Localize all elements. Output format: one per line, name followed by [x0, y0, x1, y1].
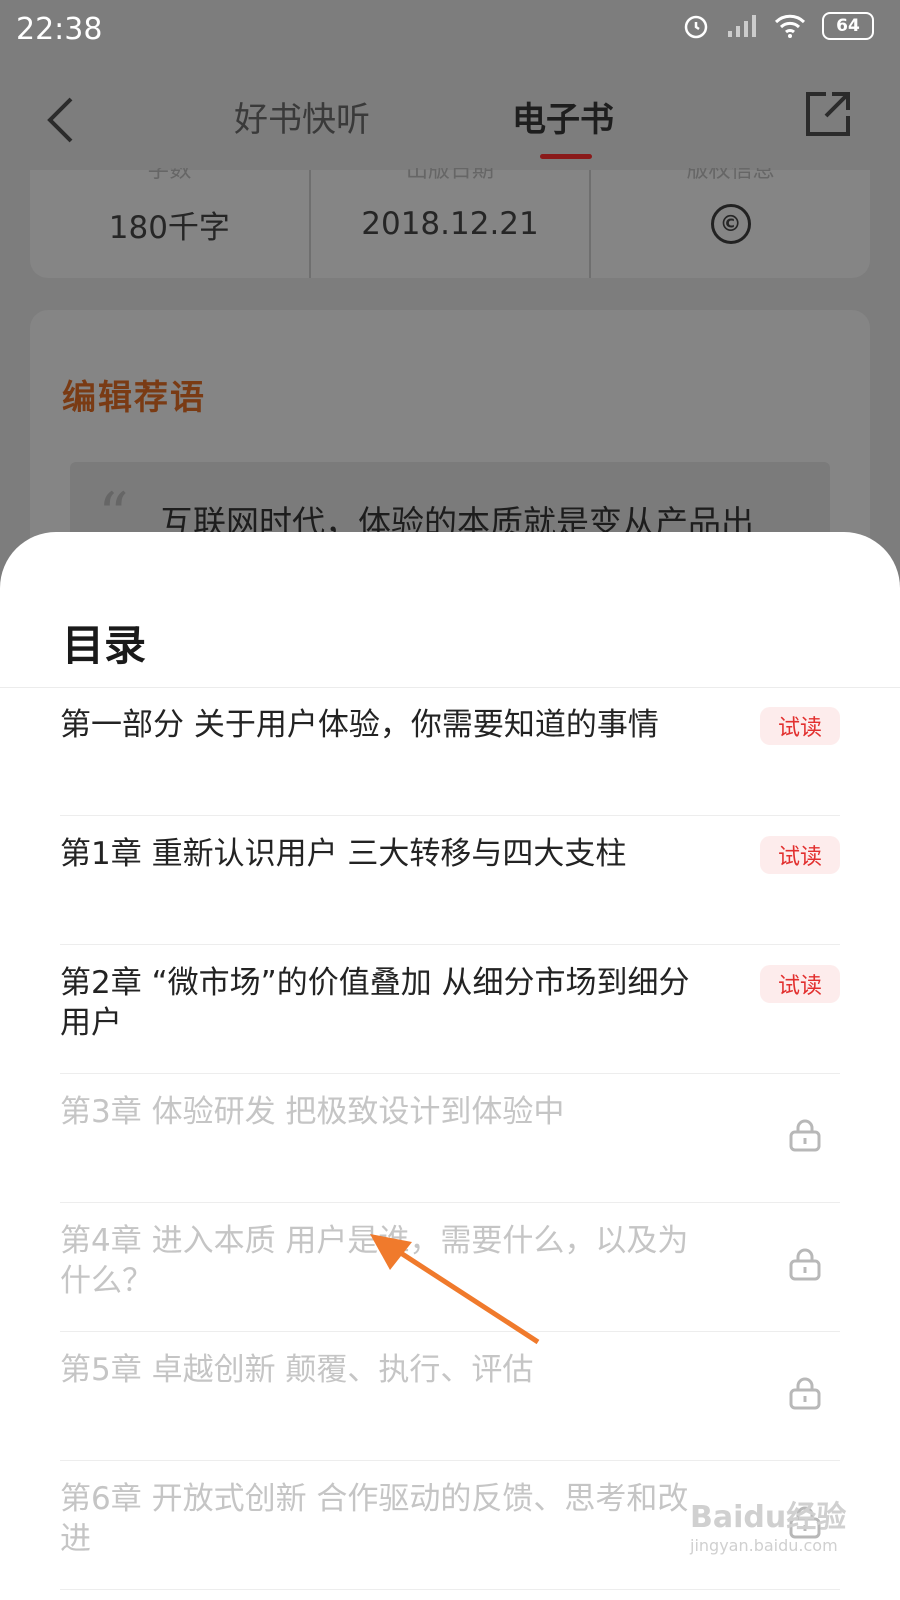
signal-icon: [728, 15, 756, 37]
alarm-icon: [684, 15, 708, 39]
copyright-cell[interactable]: 版权信息 ©: [589, 168, 870, 278]
trial-badge: 试读: [760, 965, 840, 1003]
toc-item-title: 第2章 “微市场”的价值叠加 从细分市场到细分用户: [60, 965, 690, 1041]
word-count-value: 180千字: [108, 209, 230, 246]
trial-badge: 试读: [760, 707, 840, 745]
publish-date-value: 2018.12.21: [361, 206, 539, 242]
toc-item[interactable]: 第一部分 关于用户体验，你需要知道的事情 试读: [60, 687, 840, 816]
toc-item[interactable]: 第1章 重新认识用户 三大转移与四大支柱 试读: [60, 816, 840, 945]
top-nav: 好书快听 电子书: [0, 70, 900, 170]
status-time: 22:38: [16, 12, 103, 47]
battery-indicator: 64: [822, 12, 874, 40]
lock-icon: [789, 1119, 821, 1152]
editor-recommendation-title: 编辑荐语: [62, 378, 206, 418]
toc-item-title: 第5章 卓越创新 颠覆、执行、评估: [60, 1352, 534, 1388]
baidu-watermark: Baidu经验 jingyan.baidu.com: [690, 1492, 846, 1555]
tab-ebook[interactable]: 电子书: [512, 92, 614, 141]
toc-item-title: 第3章 体验研发 把极致设计到体验中: [60, 1094, 565, 1130]
publish-date-cell: 出版日期 2018.12.21: [308, 168, 590, 278]
annotation-arrow: [370, 1234, 540, 1345]
toc-bottom-sheet: 目录 第一部分 关于用户体验，你需要知道的事情 试读 第1章 重新认识用户 三大…: [0, 532, 900, 1600]
toc-item[interactable]: 第5章 卓越创新 颠覆、执行、评估: [60, 1332, 840, 1461]
wifi-icon: [774, 14, 806, 38]
toc-item-title: 第1章 重新认识用户 三大转移与四大支柱: [60, 836, 627, 872]
toc-item[interactable]: 第2章 “微市场”的价值叠加 从细分市场到细分用户 试读: [60, 945, 840, 1074]
toc-item-title: 第一部分 关于用户体验，你需要知道的事情: [60, 707, 659, 743]
active-tab-indicator: [540, 154, 592, 159]
share-icon[interactable]: [802, 88, 854, 140]
lock-icon: [789, 1248, 821, 1281]
back-arrow-icon: [47, 97, 73, 143]
back-button[interactable]: [30, 90, 90, 150]
tab-audiobook[interactable]: 好书快听: [234, 92, 370, 141]
toc-title: 目录: [62, 621, 147, 670]
word-count-cell: 字数 180千字: [30, 168, 309, 278]
toc-item[interactable]: 第3章 体验研发 把极致设计到体验中: [60, 1074, 840, 1203]
status-bar: 22:38 64: [0, 0, 900, 62]
status-icons: 64: [682, 12, 874, 40]
copyright-icon: ©: [710, 204, 751, 244]
watermark-sub: jingyan.baidu.com: [690, 1536, 838, 1555]
toc-item-title: 第6章 开放式创新 合作驱动的反馈、思考和改进: [60, 1481, 689, 1557]
lock-icon: [789, 1377, 821, 1410]
trial-badge: 试读: [760, 836, 840, 874]
watermark-main: Baidu经验: [690, 1500, 847, 1535]
book-info-card: 字数 180千字 出版日期 2018.12.21 版权信息 ©: [30, 168, 870, 278]
